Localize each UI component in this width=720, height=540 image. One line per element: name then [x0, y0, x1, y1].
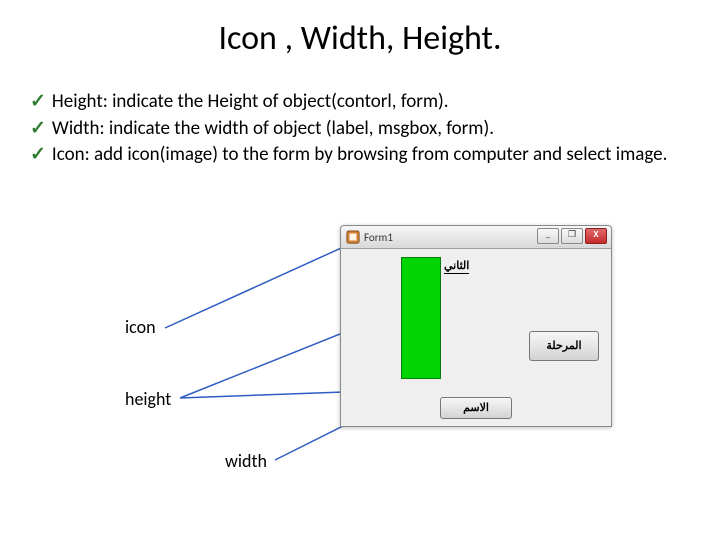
- close-button[interactable]: X: [585, 228, 607, 244]
- form-button-name[interactable]: الاسم: [440, 397, 512, 419]
- bullet-text: Height: indicate the Height of object(co…: [52, 90, 449, 115]
- bullet-list: ✓ Height: indicate the Height of object(…: [30, 90, 690, 170]
- form-window: Form1 _ ❐ X الثاني المرحلة الاسم: [340, 225, 612, 427]
- app-icon: [346, 230, 360, 244]
- check-icon: ✓: [30, 117, 46, 142]
- form-title: Form1: [364, 231, 393, 244]
- bullet-height: ✓ Height: indicate the Height of object(…: [30, 90, 690, 115]
- green-control[interactable]: [401, 257, 441, 379]
- minimize-button[interactable]: _: [537, 228, 559, 244]
- bullet-width: ✓ Width: indicate the width of object (l…: [30, 117, 690, 142]
- form-label: الثاني: [444, 259, 469, 274]
- bullet-text: Icon: add icon(image) to the form by bro…: [52, 143, 668, 168]
- check-icon: ✓: [30, 90, 46, 115]
- window-controls: _ ❐ X: [537, 228, 607, 244]
- form-button-stage[interactable]: المرحلة: [529, 331, 599, 361]
- form-titlebar[interactable]: Form1 _ ❐ X: [341, 226, 611, 249]
- bullet-text: Width: indicate the width of object (lab…: [52, 117, 494, 142]
- form-body: الثاني المرحلة الاسم: [341, 249, 611, 427]
- maximize-button[interactable]: ❐: [561, 228, 583, 244]
- check-icon: ✓: [30, 143, 46, 168]
- annotation-icon: icon: [125, 316, 156, 338]
- annotation-height: height: [125, 388, 171, 410]
- page-title: Icon , Width, Height.: [0, 18, 720, 59]
- bullet-icon: ✓ Icon: add icon(image) to the form by b…: [30, 143, 690, 168]
- annotation-width: width: [225, 450, 267, 472]
